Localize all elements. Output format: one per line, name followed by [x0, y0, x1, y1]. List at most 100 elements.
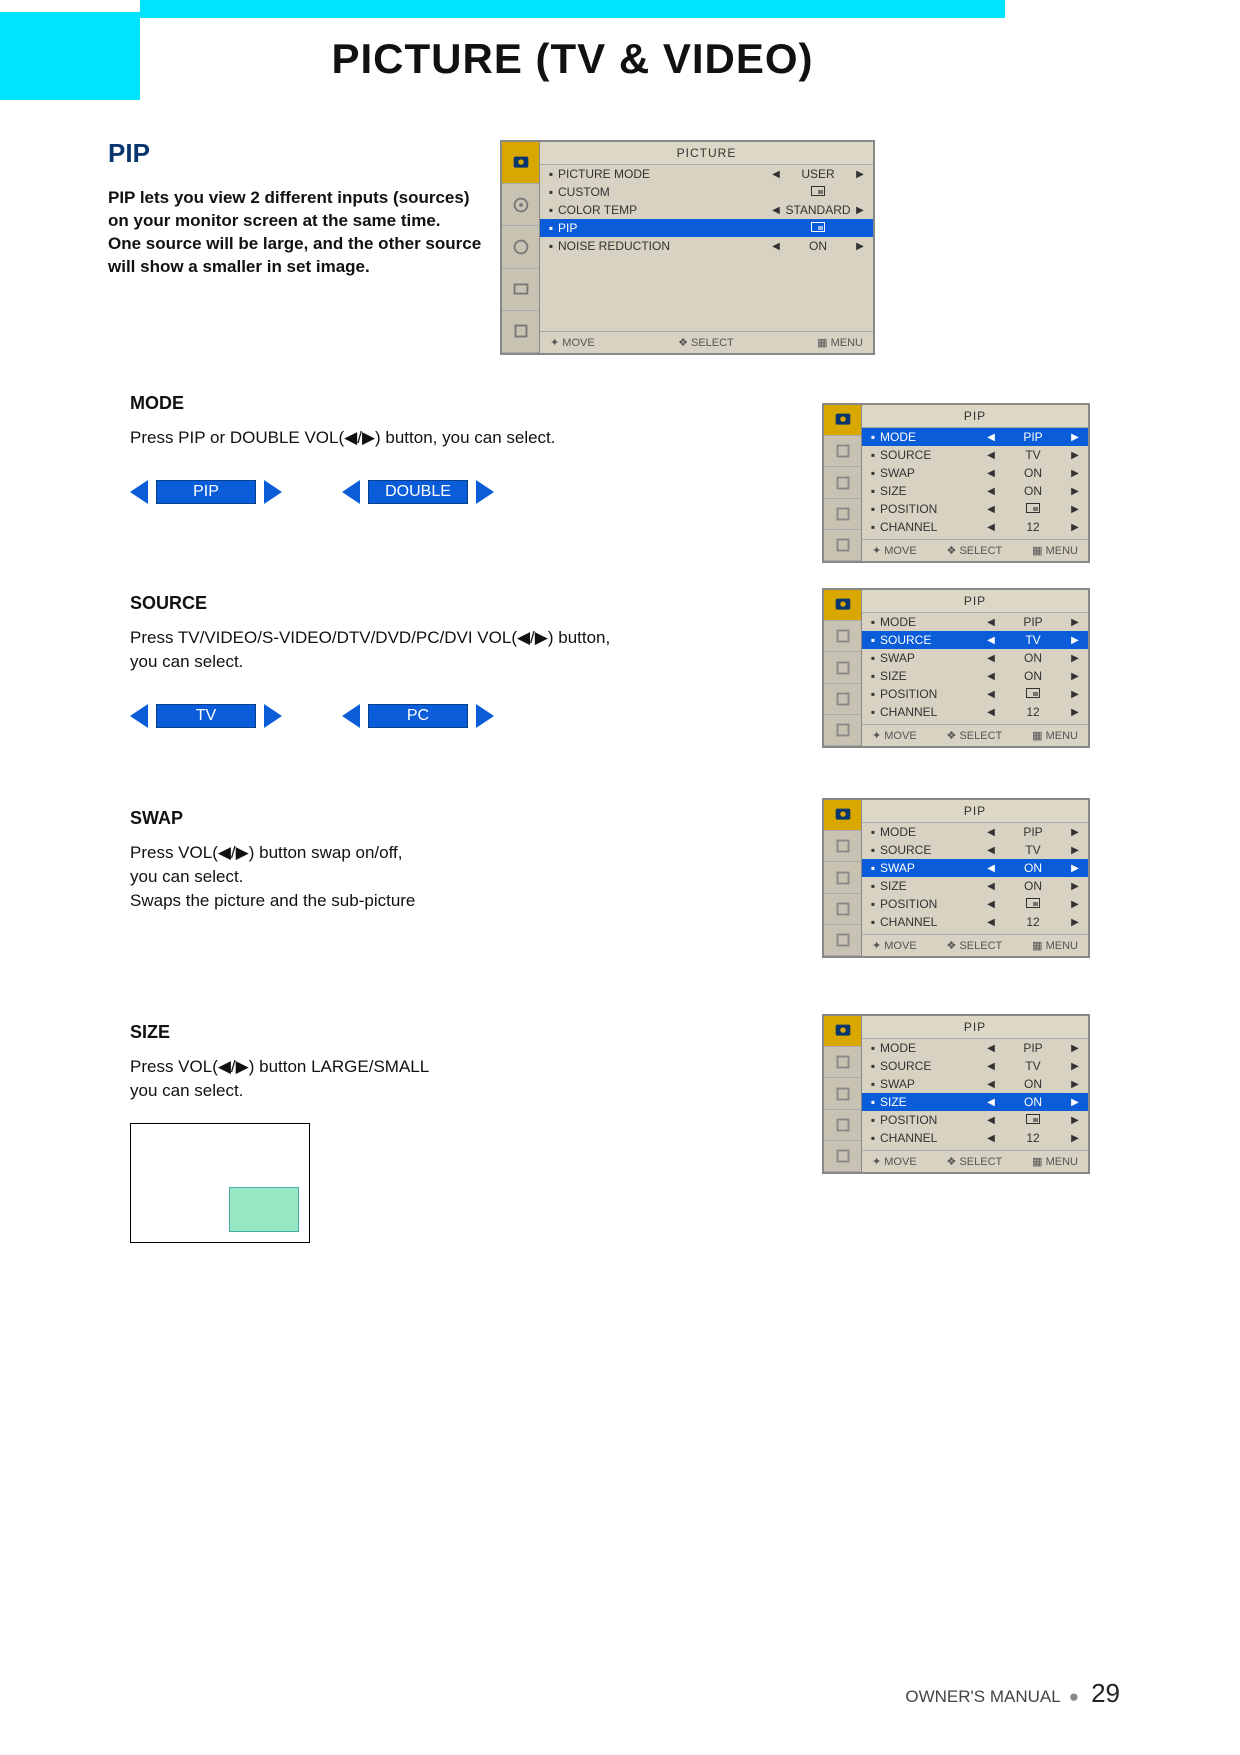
selector-pc[interactable]: PC	[342, 704, 494, 728]
osd-row[interactable]: ▪CHANNEL◀12▶	[862, 1129, 1088, 1147]
right-arrow-icon	[476, 480, 494, 504]
osd-row[interactable]: ▪COLOR TEMP◀STANDARD▶	[540, 201, 873, 219]
section-source: SOURCE Press TV/VIDEO/S-VIDEO/DTV/DVD/PC…	[130, 593, 1090, 728]
osd-row[interactable]: ▪POSITION◀▶	[862, 500, 1088, 518]
osd-row[interactable]: ▪MODE◀PIP▶	[862, 823, 1088, 841]
size-diagram	[130, 1123, 310, 1243]
page: PICTURE (TV & VIDEO) PIP PIP lets you vi…	[0, 0, 1240, 1755]
header-notch	[0, 0, 140, 12]
osd-row[interactable]: ▪SWAP◀ON▶	[862, 859, 1088, 877]
osd-row[interactable]: ▪SOURCE◀TV▶	[862, 1057, 1088, 1075]
text-line: PIP lets you view 2 different inputs (so…	[108, 187, 528, 210]
screen-icon	[824, 499, 861, 530]
osd-row[interactable]: ▪SOURCE◀TV▶	[862, 841, 1088, 859]
osd-title: PIP	[862, 590, 1088, 613]
audio-icon	[824, 1047, 861, 1078]
osd-footer-menu: ▦ MENU	[817, 336, 863, 349]
page-footer: OWNER'S MANUAL ● 29	[905, 1678, 1120, 1709]
osd-row[interactable]: ▪NOISE REDUCTION◀ON▶	[540, 237, 873, 255]
osd-picture: PICTURE ▪PICTURE MODE◀USER▶▪CUSTOM▪COLOR…	[500, 140, 875, 355]
page-title: PICTURE (TV & VIDEO)	[331, 35, 813, 83]
osd-footer-move: ✦ MOVE	[550, 336, 595, 349]
left-arrow-icon	[342, 480, 360, 504]
picture-icon	[824, 1016, 861, 1047]
setup-icon	[824, 530, 861, 561]
time-icon	[502, 226, 539, 268]
osd-row[interactable]: ▪CHANNEL◀12▶	[862, 913, 1088, 931]
osd-row[interactable]: ▪SOURCE◀TV▶	[862, 446, 1088, 464]
page-number: 29	[1091, 1678, 1120, 1708]
title-box: PICTURE (TV & VIDEO)	[140, 18, 1005, 100]
text-line: will show a smaller in set image.	[108, 256, 528, 279]
osd-row[interactable]: ▪CHANNEL◀12▶	[862, 703, 1088, 721]
osd-row[interactable]: ▪CHANNEL◀12▶	[862, 518, 1088, 536]
osd-row[interactable]: ▪POSITION◀▶	[862, 685, 1088, 703]
osd-row[interactable]: ▪SWAP◀ON▶	[862, 464, 1088, 482]
left-arrow-icon	[130, 704, 148, 728]
osd-row[interactable]: ▪MODE◀PIP▶	[862, 428, 1088, 446]
osd-row[interactable]: ▪SIZE◀ON▶	[862, 667, 1088, 685]
osd-row[interactable]: ▪POSITION◀▶	[862, 1111, 1088, 1129]
right-arrow-icon	[264, 480, 282, 504]
pip-intro: PIP lets you view 2 different inputs (so…	[108, 187, 528, 279]
selector-label: PC	[368, 704, 468, 728]
audio-icon	[824, 436, 861, 467]
left-arrow-icon	[342, 704, 360, 728]
setup-icon	[824, 925, 861, 956]
osd-icon-column	[824, 590, 862, 746]
selector-double[interactable]: DOUBLE	[342, 480, 494, 504]
selector-pip[interactable]: PIP	[130, 480, 282, 504]
setup-icon	[824, 715, 861, 746]
time-icon	[824, 467, 861, 498]
footer-bullet: ●	[1069, 1687, 1079, 1706]
right-arrow-icon	[476, 704, 494, 728]
footer-label: OWNER'S MANUAL	[905, 1687, 1060, 1706]
section-mode: MODE Press PIP or DOUBLE VOL(◀/▶) button…	[130, 393, 1090, 504]
osd-title: PIP	[862, 405, 1088, 428]
audio-icon	[502, 184, 539, 226]
osd-row[interactable]: ▪SWAP◀ON▶	[862, 649, 1088, 667]
osd-row[interactable]: ▪PIP	[540, 219, 873, 237]
osd-row[interactable]: ▪SIZE◀ON▶	[862, 482, 1088, 500]
osd-title: PIP	[862, 1016, 1088, 1039]
picture-icon	[502, 142, 539, 184]
selector-label: DOUBLE	[368, 480, 468, 504]
size-diagram-sub	[229, 1187, 299, 1232]
osd-row[interactable]: ▪SIZE◀ON▶	[862, 877, 1088, 895]
picture-icon	[824, 800, 861, 831]
osd-row[interactable]: ▪SIZE◀ON▶	[862, 1093, 1088, 1111]
osd-footer: ✦ MOVE❖ SELECT▦ MENU	[862, 724, 1088, 746]
picture-icon	[824, 590, 861, 621]
osd-footer-select: ❖ SELECT	[678, 336, 734, 349]
selector-label: PIP	[156, 480, 256, 504]
osd-row[interactable]: ▪CUSTOM	[540, 183, 873, 201]
section-size: SIZE Press VOL(◀/▶) button LARGE/SMALL y…	[130, 1022, 1090, 1243]
osd-row[interactable]: ▪MODE◀PIP▶	[862, 1039, 1088, 1057]
osd-row[interactable]: ▪PICTURE MODE◀USER▶	[540, 165, 873, 183]
setup-icon	[824, 1141, 861, 1172]
selector-label: TV	[156, 704, 256, 728]
osd-title: PIP	[862, 800, 1088, 823]
osd-row[interactable]: ▪SWAP◀ON▶	[862, 1075, 1088, 1093]
osd-row[interactable]: ▪SOURCE◀TV▶	[862, 631, 1088, 649]
screen-icon	[824, 1110, 861, 1141]
osd-footer: ✦ MOVE❖ SELECT▦ MENU	[862, 934, 1088, 956]
time-icon	[824, 652, 861, 683]
osd-rows: ▪PICTURE MODE◀USER▶▪CUSTOM▪COLOR TEMP◀ST…	[540, 165, 873, 331]
selector-tv[interactable]: TV	[130, 704, 282, 728]
text-line: on your monitor screen at the same time.	[108, 210, 528, 233]
screen-icon	[824, 684, 861, 715]
screen-icon	[502, 269, 539, 311]
osd-icon-column	[824, 800, 862, 956]
setup-icon	[502, 311, 539, 353]
osd-row[interactable]: ▪POSITION◀▶	[862, 895, 1088, 913]
osd-icon-column	[824, 405, 862, 561]
audio-icon	[824, 831, 861, 862]
osd-row[interactable]: ▪MODE◀PIP▶	[862, 613, 1088, 631]
osd-pip-swap: PIP▪MODE◀PIP▶▪SOURCE◀TV▶▪SWAP◀ON▶▪SIZE◀O…	[822, 798, 1090, 958]
osd-pip-source: PIP▪MODE◀PIP▶▪SOURCE◀TV▶▪SWAP◀ON▶▪SIZE◀O…	[822, 588, 1090, 748]
osd-footer: ✦ MOVE❖ SELECT▦ MENU	[862, 539, 1088, 561]
osd-title: PICTURE	[540, 142, 873, 165]
osd-icon-column	[824, 1016, 862, 1172]
picture-icon	[824, 405, 861, 436]
